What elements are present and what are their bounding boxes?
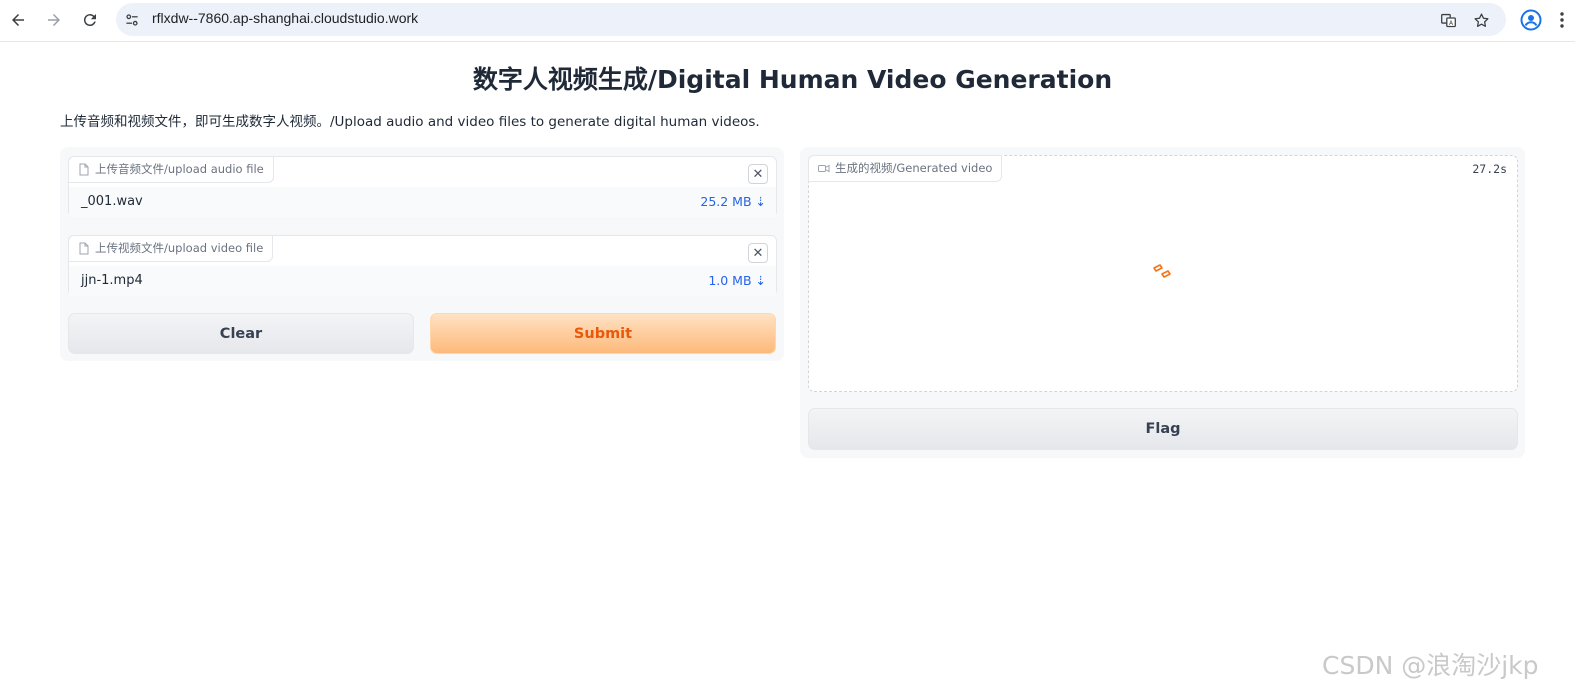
audio-upload-label: 上传音频文件/upload audio file: [68, 156, 274, 183]
file-icon: [79, 163, 89, 176]
reload-icon[interactable]: [78, 8, 102, 32]
clear-button[interactable]: Clear: [68, 313, 414, 354]
back-icon[interactable]: [6, 8, 30, 32]
page-title: 数字人视频生成/Digital Human Video Generation: [472, 65, 1113, 94]
video-file-name: jjn-1.mp4: [81, 273, 143, 288]
video-file-row: jjn-1.mp4 1.0 MB ⇣: [69, 266, 776, 296]
url-text[interactable]: rflxdw--7860.ap-shanghai.cloudstudio.wor…: [152, 10, 418, 26]
submit-button[interactable]: Submit: [430, 313, 776, 354]
video-file-download[interactable]: 1.0 MB ⇣: [708, 273, 766, 288]
bookmark-star-icon[interactable]: [1471, 10, 1491, 30]
audio-upload[interactable]: 上传音频文件/upload audio file ✕ _001.wav 25.2…: [68, 156, 777, 217]
watermark: CSDN @浪淘沙jkp: [1322, 651, 1539, 680]
video-upload-label: 上传视频文件/upload video file: [68, 235, 274, 262]
file-icon: [79, 242, 89, 255]
flag-button[interactable]: Flag: [808, 408, 1518, 450]
audio-clear-icon[interactable]: ✕: [748, 164, 768, 184]
video-clear-icon[interactable]: ✕: [748, 243, 768, 263]
video-camera-icon: [818, 164, 830, 173]
audio-file-row: _001.wav 25.2 MB ⇣: [69, 187, 776, 217]
generated-video-label: 生成的视频/Generated video: [808, 155, 1003, 182]
page-description: 上传音频和视频文件，即可生成数字人视频。/Upload audio and vi…: [60, 114, 760, 130]
video-upload[interactable]: 上传视频文件/upload video file ✕ jjn-1.mp4 1.0…: [68, 235, 777, 296]
site-settings-icon[interactable]: [122, 10, 142, 30]
loading-spinner-icon: [1153, 264, 1171, 278]
elapsed-timer: 27.2s: [1472, 162, 1507, 176]
audio-file-name: _001.wav: [81, 194, 143, 209]
profile-avatar-icon[interactable]: [1520, 9, 1542, 31]
forward-icon[interactable]: [42, 8, 66, 32]
generated-video-output: 生成的视频/Generated video 27.2s: [808, 155, 1518, 392]
browser-menu-icon[interactable]: [1556, 10, 1568, 30]
translate-icon[interactable]: A: [1438, 10, 1458, 30]
audio-file-download[interactable]: 25.2 MB ⇣: [700, 194, 766, 209]
browser-toolbar: rflxdw--7860.ap-shanghai.cloudstudio.wor…: [0, 0, 1575, 42]
address-bar[interactable]: rflxdw--7860.ap-shanghai.cloudstudio.wor…: [116, 3, 1506, 36]
